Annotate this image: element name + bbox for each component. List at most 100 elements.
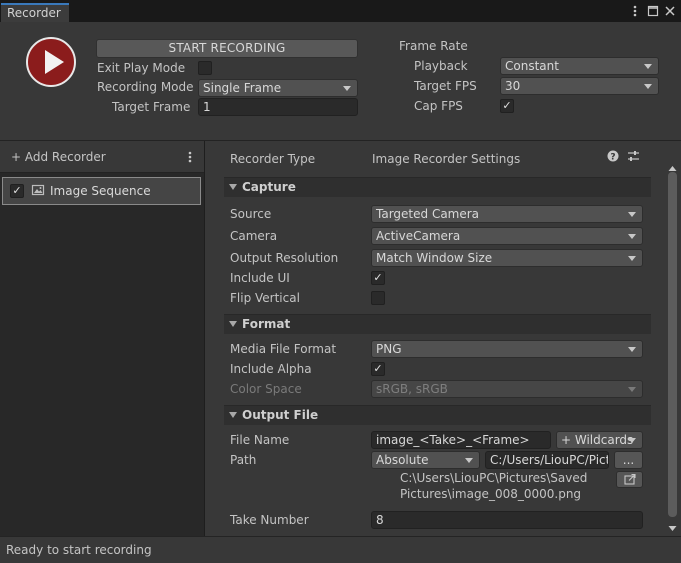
take-number-input[interactable]: 8 <box>371 511 643 529</box>
list-kebab-menu-icon[interactable] <box>187 150 193 167</box>
file-name-input[interactable]: image_<Take>_<Frame> <box>371 431 551 449</box>
status-text: Ready to start recording <box>6 543 152 557</box>
target-frame-input[interactable]: 1 <box>198 98 358 116</box>
wildcards-label: + Wildcards <box>561 433 634 447</box>
output-resolution-value: Match Window Size <box>376 251 493 265</box>
exit-play-mode-label: Exit Play Mode <box>97 61 186 75</box>
path-label: Path <box>230 453 257 467</box>
target-fps-label: Target FPS <box>414 79 477 93</box>
add-recorder-button[interactable]: + Add Recorder <box>11 150 106 164</box>
tab-recorder[interactable]: Recorder <box>1 3 69 22</box>
wildcards-dropdown[interactable]: + Wildcards <box>556 431 643 449</box>
checkmark-icon: ✓ <box>12 184 22 197</box>
capture-section-header[interactable]: Capture <box>224 177 651 197</box>
target-fps-dropdown[interactable]: 30 <box>500 77 659 95</box>
dropdown-arrow-icon <box>465 458 473 463</box>
target-fps-value: 30 <box>505 79 521 93</box>
include-alpha-label: Include Alpha <box>230 362 312 376</box>
source-value: Targeted Camera <box>376 207 480 221</box>
exit-play-mode-checkbox[interactable] <box>198 61 212 75</box>
recorder-enabled-checkbox[interactable]: ✓ <box>10 184 24 198</box>
take-number-label: Take Number <box>230 513 309 527</box>
cap-fps-label: Cap FPS <box>414 99 463 113</box>
open-folder-button[interactable] <box>616 471 643 488</box>
target-frame-label: Target Frame <box>112 100 191 114</box>
dropdown-arrow-icon <box>644 84 652 89</box>
help-icon[interactable]: ? <box>607 150 619 165</box>
path-mode-dropdown[interactable]: Absolute <box>371 451 480 469</box>
media-file-format-dropdown[interactable]: PNG <box>371 340 643 358</box>
svg-text:?: ? <box>610 153 615 163</box>
playback-dropdown[interactable]: Constant <box>500 57 659 75</box>
image-sequence-icon <box>31 183 45 200</box>
recording-mode-dropdown[interactable]: Single Frame <box>198 79 358 97</box>
output-resolution-dropdown[interactable]: Match Window Size <box>371 249 643 267</box>
flip-vertical-label: Flip Vertical <box>230 291 300 305</box>
dropdown-arrow-icon <box>644 64 652 69</box>
tab-label: Recorder <box>7 6 61 20</box>
resolved-path-line-1: C:\Users\LiouPC\Pictures\Saved <box>400 471 588 485</box>
camera-dropdown[interactable]: ActiveCamera <box>371 227 643 245</box>
record-button[interactable] <box>26 37 76 87</box>
maximize-icon[interactable] <box>647 4 659 21</box>
checkmark-icon: ✓ <box>373 271 383 284</box>
output-file-header-label: Output File <box>242 408 319 422</box>
recorder-type-label: Recorder Type <box>230 152 316 166</box>
flip-vertical-checkbox[interactable] <box>371 291 385 305</box>
media-file-format-value: PNG <box>376 342 402 356</box>
recording-mode-value: Single Frame <box>203 81 282 95</box>
resolved-path-line-2: Pictures\image_008_0000.png <box>400 487 582 501</box>
start-recording-button[interactable]: START RECORDING <box>96 39 358 58</box>
recorder-type-value: Image Recorder Settings <box>372 152 521 166</box>
window-title-bar <box>0 0 681 22</box>
cap-fps-checkbox[interactable]: ✓ <box>500 99 514 113</box>
checkmark-icon: ✓ <box>502 99 512 112</box>
capture-header-label: Capture <box>242 180 296 194</box>
close-icon[interactable] <box>664 4 676 21</box>
playback-value: Constant <box>505 59 559 73</box>
dropdown-arrow-icon <box>343 86 351 91</box>
path-input[interactable]: C:/Users/LiouPC/Pictures/Saved Pictures <box>485 451 609 469</box>
source-label: Source <box>230 207 272 221</box>
dropdown-arrow-icon <box>628 256 636 261</box>
recording-mode-label: Recording Mode <box>97 80 194 94</box>
color-space-label: Color Space <box>230 382 302 396</box>
foldout-arrow-icon <box>229 412 237 418</box>
file-name-label: File Name <box>230 433 290 447</box>
open-external-icon <box>623 473 636 488</box>
presets-settings-icon[interactable] <box>627 150 640 165</box>
browse-button[interactable]: ... <box>614 451 643 469</box>
include-alpha-checkbox[interactable]: ✓ <box>371 362 385 376</box>
list-item-image-sequence[interactable]: ✓ Image Sequence <box>2 177 201 205</box>
kebab-menu-icon[interactable] <box>632 4 638 21</box>
playback-label: Playback <box>414 59 468 73</box>
dropdown-arrow-icon <box>628 438 636 443</box>
frame-rate-label: Frame Rate <box>399 39 468 53</box>
scroll-down-icon[interactable] <box>668 521 677 535</box>
include-ui-checkbox[interactable]: ✓ <box>371 271 385 285</box>
format-section-header[interactable]: Format <box>224 314 651 334</box>
dropdown-arrow-icon <box>628 212 636 217</box>
format-header-label: Format <box>242 317 291 331</box>
foldout-arrow-icon <box>229 321 237 327</box>
status-bar: Ready to start recording <box>0 536 681 563</box>
color-space-dropdown: sRGB, sRGB <box>371 380 643 398</box>
source-dropdown[interactable]: Targeted Camera <box>371 205 643 223</box>
list-item-label: Image Sequence <box>50 184 151 198</box>
scrollbar-thumb[interactable] <box>668 172 677 517</box>
foldout-arrow-icon <box>229 184 237 190</box>
camera-label: Camera <box>230 229 278 243</box>
checkmark-icon: ✓ <box>373 362 383 375</box>
media-file-format-label: Media File Format <box>230 342 337 356</box>
add-recorder-bar: + Add Recorder <box>0 141 204 173</box>
color-space-value: sRGB, sRGB <box>376 382 448 396</box>
dropdown-arrow-icon <box>628 347 636 352</box>
include-ui-label: Include UI <box>230 271 290 285</box>
output-file-section-header[interactable]: Output File <box>224 405 651 425</box>
dropdown-arrow-icon <box>628 234 636 239</box>
path-mode-value: Absolute <box>376 453 429 467</box>
play-icon <box>45 50 64 74</box>
output-resolution-label: Output Resolution <box>230 251 339 265</box>
camera-value: ActiveCamera <box>376 229 461 243</box>
dropdown-arrow-icon <box>628 387 636 392</box>
